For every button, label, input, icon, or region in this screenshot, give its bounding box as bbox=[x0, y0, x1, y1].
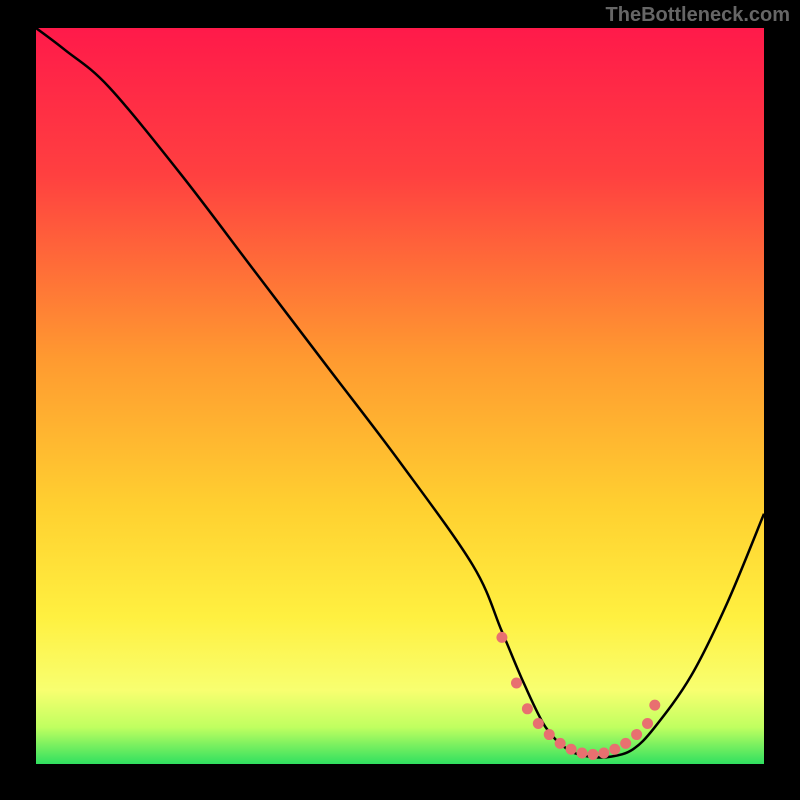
marker-dot bbox=[533, 718, 544, 729]
chart-container: TheBottleneck.com bbox=[0, 0, 800, 800]
marker-dot bbox=[544, 729, 555, 740]
marker-dot bbox=[642, 718, 653, 729]
chart-svg bbox=[36, 28, 764, 764]
marker-dot bbox=[522, 703, 533, 714]
gradient-background bbox=[36, 28, 764, 764]
marker-dot bbox=[587, 749, 598, 760]
marker-dot bbox=[496, 632, 507, 643]
marker-dot bbox=[566, 744, 577, 755]
watermark-text: TheBottleneck.com bbox=[606, 4, 790, 27]
marker-dot bbox=[609, 744, 620, 755]
marker-dot bbox=[598, 747, 609, 758]
marker-dot bbox=[555, 738, 566, 749]
marker-dot bbox=[649, 700, 660, 711]
plot-area bbox=[36, 28, 764, 764]
marker-dot bbox=[631, 729, 642, 740]
marker-dot bbox=[577, 747, 588, 758]
marker-dot bbox=[511, 678, 522, 689]
marker-dot bbox=[620, 738, 631, 749]
